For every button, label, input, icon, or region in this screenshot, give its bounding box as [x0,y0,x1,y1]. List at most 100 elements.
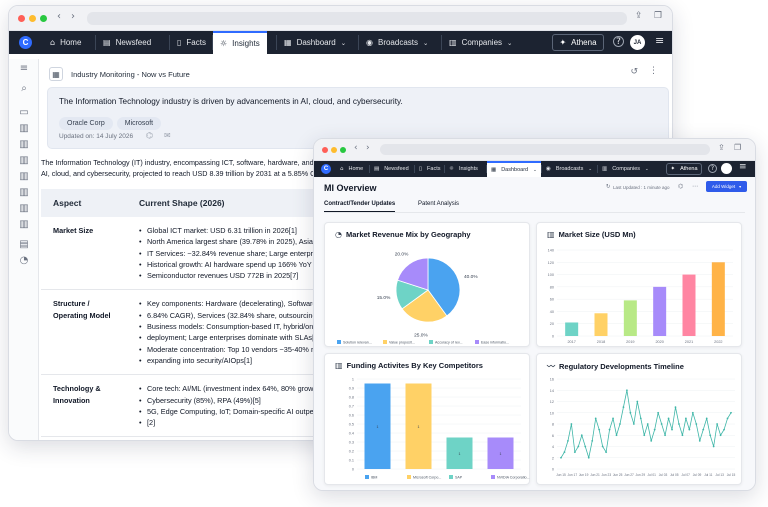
hamburger-menu-icon[interactable]: ≡ [739,162,747,172]
line-point[interactable] [698,439,701,442]
regulatory-timeline-card[interactable]: 〰 Regulatory Developments Timeline 024681… [536,353,742,485]
forward-arrow-icon[interactable]: › [366,143,370,153]
nav-item-facts[interactable]: ▯ Facts [170,31,213,54]
line-point[interactable] [691,411,694,414]
refresh-icon[interactable]: ↻ [606,184,611,190]
maximize-window-dot[interactable] [340,147,346,153]
bar-chart-icon[interactable]: ▥ [18,171,30,183]
line-point[interactable] [671,428,673,431]
share-icon[interactable]: ⌬ [678,183,683,190]
line-point[interactable] [712,445,715,448]
line-point[interactable] [598,428,601,431]
line-point[interactable] [567,439,569,442]
athena-button[interactable]: ✦ Athena [666,163,702,175]
line-point[interactable] [573,451,576,454]
bar-chart-icon[interactable]: ▥ [18,139,30,151]
bar[interactable] [653,286,667,336]
hamburger-menu-icon[interactable]: ≡ [655,34,664,47]
bar[interactable] [594,313,608,336]
line-point[interactable] [605,451,608,454]
avatar[interactable]: JA [630,35,645,50]
line-point[interactable] [622,406,625,409]
line-point[interactable] [709,434,712,437]
entity-chip[interactable]: Oracle Corp [59,117,113,130]
mail-icon[interactable]: ✉ [164,131,171,140]
address-bar[interactable] [87,12,627,25]
line-point[interactable] [626,389,628,392]
pie-chart-card[interactable]: ◔ Market Revenue Mix by Geography 40.0% 25… [324,222,530,347]
help-icon[interactable]: ? [708,164,717,173]
line-point[interactable] [632,423,635,425]
line-point[interactable] [608,428,611,431]
share-icon[interactable]: ⇪ [718,143,725,152]
line-point[interactable] [629,411,632,414]
line-point[interactable] [723,428,725,431]
tab-contract-tender-updates[interactable]: Contract/Tender Updates [324,201,396,212]
forward-arrow-icon[interactable]: › [71,11,75,22]
address-bar[interactable] [380,144,710,155]
maximize-window-dot[interactable] [40,15,47,22]
line-point[interactable] [615,434,618,437]
app-logo[interactable]: C [19,36,32,49]
nav-item-broadcasts[interactable]: ◉ Broadcasts ⌄ [542,161,596,177]
line-point[interactable] [587,456,590,459]
line-point[interactable] [650,439,653,442]
more-options-icon[interactable]: ⋮ [649,66,658,76]
line-point[interactable] [716,423,719,425]
line-point[interactable] [664,434,666,437]
line-point[interactable] [705,417,708,420]
line-point[interactable] [667,417,670,420]
nav-item-home[interactable]: ⌂ Home [43,31,88,54]
funding-card[interactable]: ▥ Funding Activites By Key Competitors 00… [324,353,530,485]
tab-patent-analysis[interactable]: Patent Analysis [418,201,459,211]
tabs-icon[interactable]: ❐ [654,11,662,21]
avatar[interactable] [721,163,732,174]
line-point[interactable] [657,411,660,414]
add-widget-button[interactable]: Add Widget ▾ [706,181,747,192]
line-point[interactable] [580,434,583,437]
nav-item-broadcasts[interactable]: ◉ Broadcasts ⌄ [359,31,435,54]
line-point[interactable] [730,411,732,414]
line-point[interactable] [726,417,729,420]
nav-item-dashboard[interactable]: ▦ Dashboard ⌄ [487,161,541,177]
line-point[interactable] [601,445,604,448]
bar[interactable] [711,262,725,336]
share-icon[interactable]: ⇪ [635,11,643,21]
line-point[interactable] [702,428,705,431]
line-point[interactable] [570,423,573,425]
line-point[interactable] [646,423,649,425]
app-logo[interactable]: C [321,164,331,174]
search-icon[interactable]: ⌕ [18,83,30,95]
document-icon[interactable]: ▤ [18,239,30,251]
folder-icon[interactable]: ▭ [18,107,30,119]
line-point[interactable] [681,434,684,437]
share-icon[interactable]: ⌬ [146,131,153,140]
bar-chart-icon[interactable]: ▥ [18,155,30,167]
nav-item-insights[interactable]: ☼ Insights [445,161,482,177]
bar[interactable] [565,322,579,336]
close-window-dot[interactable] [322,147,328,153]
line-point[interactable] [612,417,614,420]
bar[interactable] [623,300,637,336]
nav-item-insights[interactable]: ☼ Insights [213,31,267,54]
bar-chart-icon[interactable]: ▥ [18,123,30,135]
nav-item-newsfeed[interactable]: ▤ Newsfeed [370,161,413,177]
bar-chart-icon[interactable]: ▥ [18,203,30,215]
nav-item-companies[interactable]: ▥ Companies ⌄ [442,31,519,54]
nav-item-dashboard[interactable]: ▦ Dashboard ⌄ [277,31,353,54]
line-point[interactable] [577,445,580,448]
market-size-card[interactable]: ▥ Market Size (USD Mn) 0 20 40 60 80 100 120 140… [536,222,742,347]
line-point[interactable] [619,423,621,425]
line-point[interactable] [719,434,722,437]
clock-icon[interactable]: ◔ [18,255,30,267]
bar[interactable] [682,274,696,336]
nav-item-newsfeed[interactable]: ▤ Newsfeed [96,31,158,54]
menu-icon[interactable]: ≡ [18,63,30,75]
line-point[interactable] [678,423,680,425]
bar-chart-icon[interactable]: ▥ [18,187,30,199]
line-point[interactable] [560,456,562,459]
minimize-window-dot[interactable] [29,15,36,22]
line-point[interactable] [695,423,698,425]
bar-chart-icon[interactable]: ▥ [18,219,30,231]
line-point[interactable] [674,406,677,409]
